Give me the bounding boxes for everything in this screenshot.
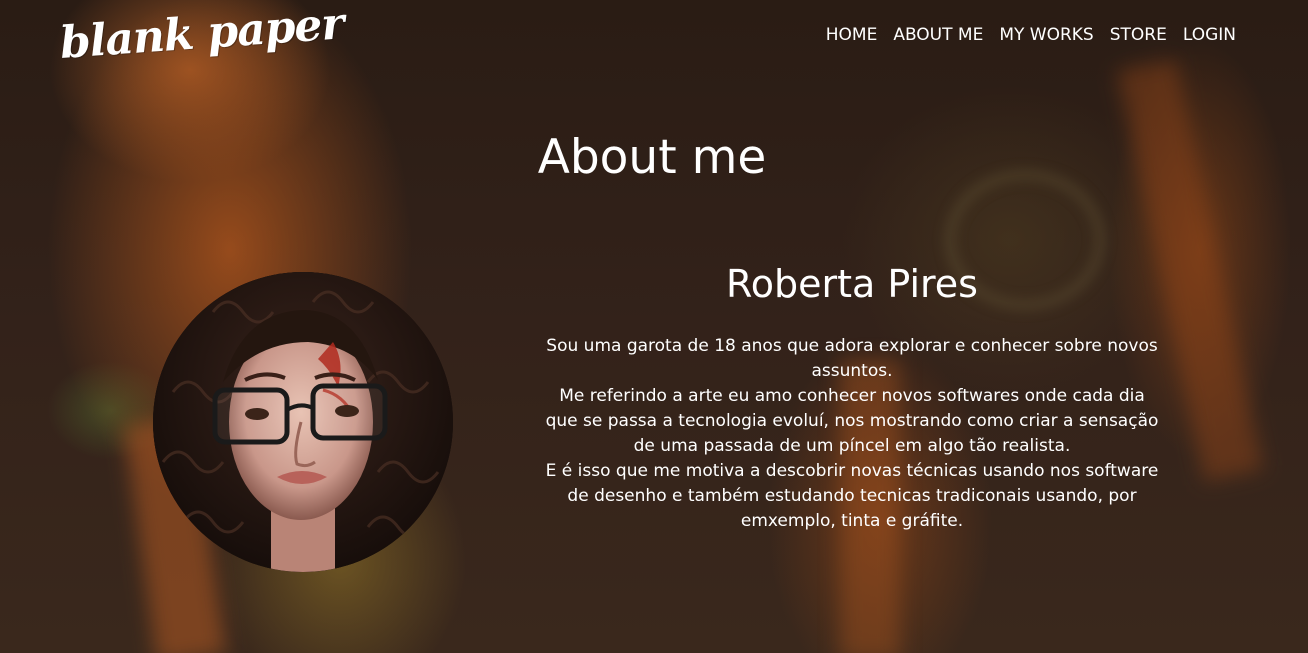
profile-photo (153, 272, 453, 572)
profile-name: Roberta Pires (726, 262, 978, 306)
nav-about-me[interactable]: ABOUT ME (893, 25, 983, 45)
profile-section: Roberta Pires Sou uma garota de 18 anos … (545, 262, 1159, 534)
main-nav: HOME ABOUT ME MY WORKS STORE LOGIN (826, 25, 1236, 45)
bio-paragraph: Me referindo a arte eu amo conhecer novo… (545, 386, 1159, 456)
bio-paragraph: Sou uma garota de 18 anos que adora expl… (546, 336, 1158, 381)
page-title: About me (537, 130, 767, 185)
bio-paragraph: E é isso que me motiva a descobrir novas… (545, 461, 1159, 531)
nav-home[interactable]: HOME (826, 25, 878, 45)
nav-store[interactable]: STORE (1110, 25, 1167, 45)
nav-my-works[interactable]: MY WORKS (999, 25, 1093, 45)
profile-bio: Sou uma garota de 18 anos que adora expl… (545, 334, 1159, 534)
nav-login[interactable]: LOGIN (1183, 25, 1236, 45)
